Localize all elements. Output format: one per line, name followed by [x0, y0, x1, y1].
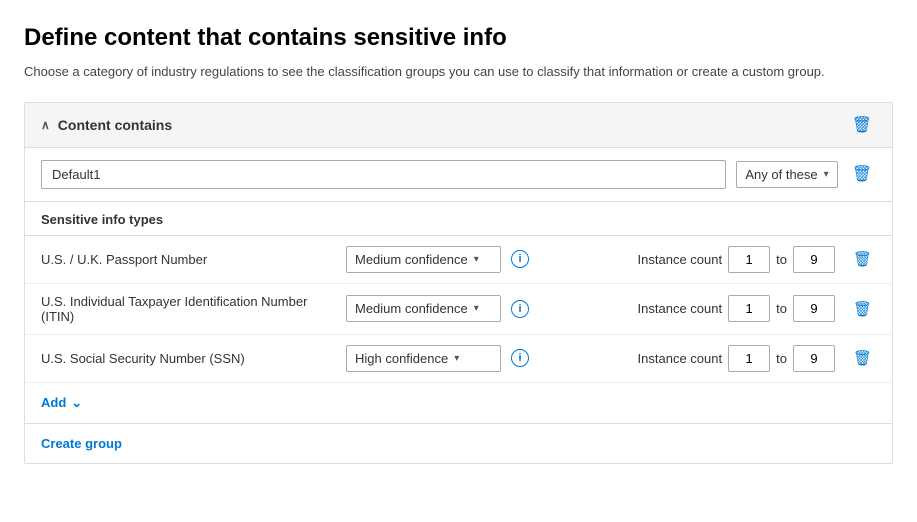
delete-row-0-button[interactable]: 🗑	[849, 248, 876, 270]
confidence-chevron-icon-2: ▾	[454, 353, 459, 364]
card-header-left: ∧ Content contains	[41, 117, 172, 133]
delete-group-button[interactable]: 🗑	[848, 162, 876, 186]
info-icon-1[interactable]: i	[511, 300, 529, 318]
info-type-name: U.S. Social Security Number (SSN)	[41, 351, 336, 366]
any-of-label: Any of these	[745, 167, 817, 182]
add-label: Add	[41, 395, 66, 410]
instance-count-to-0[interactable]	[793, 246, 835, 273]
confidence-dropdown-2[interactable]: High confidence ▾	[346, 345, 501, 372]
confidence-chevron-icon-0: ▾	[474, 254, 479, 265]
info-type-name: U.S. Individual Taxpayer Identification …	[41, 294, 336, 324]
delete-row-2-button[interactable]: 🗑	[849, 347, 876, 369]
confidence-dropdown-1[interactable]: Medium confidence ▾	[346, 295, 501, 322]
card-header-label: Content contains	[58, 117, 172, 133]
confidence-label-1: Medium confidence	[355, 301, 468, 316]
confidence-dropdown-0[interactable]: Medium confidence ▾	[346, 246, 501, 273]
create-group-row: Create group	[25, 424, 892, 463]
instance-count-label-1: Instance count	[638, 301, 723, 316]
info-icon-0[interactable]: i	[511, 250, 529, 268]
add-chevron-icon: ⌄	[71, 395, 82, 411]
instance-count-from-0[interactable]	[728, 246, 770, 273]
instance-count-from-1[interactable]	[728, 295, 770, 322]
confidence-label-2: High confidence	[355, 351, 448, 366]
info-row: U.S. / U.K. Passport Number Medium confi…	[25, 236, 892, 284]
instance-count-label-2: Instance count	[638, 351, 723, 366]
page-title: Define content that contains sensitive i…	[24, 24, 893, 52]
instance-count-to-2[interactable]	[793, 345, 835, 372]
card-body: Any of these ▾ 🗑 Sensitive info types U.…	[25, 148, 892, 463]
collapse-icon[interactable]: ∧	[41, 118, 50, 132]
instance-count-label-0: Instance count	[638, 252, 723, 267]
group-name-input[interactable]	[41, 160, 726, 189]
info-row: U.S. Individual Taxpayer Identification …	[25, 284, 892, 335]
group-name-row: Any of these ▾ 🗑	[25, 148, 892, 202]
to-label-1: to	[776, 301, 787, 316]
delete-card-button[interactable]: 🗑	[848, 113, 876, 137]
info-row: U.S. Social Security Number (SSN) High c…	[25, 335, 892, 383]
instance-count-section-1: Instance count to	[638, 295, 835, 322]
instance-count-section-2: Instance count to	[638, 345, 835, 372]
any-of-dropdown[interactable]: Any of these ▾	[736, 161, 837, 188]
info-icon-2[interactable]: i	[511, 349, 529, 367]
section-title: Sensitive info types	[25, 202, 892, 236]
add-button[interactable]: Add ⌄	[41, 393, 82, 413]
content-contains-card: ∧ Content contains 🗑 Any of these ▾ 🗑 Se…	[24, 102, 893, 464]
to-label-2: to	[776, 351, 787, 366]
delete-row-1-button[interactable]: 🗑	[849, 298, 876, 320]
any-of-chevron-icon: ▾	[824, 169, 829, 180]
confidence-label-0: Medium confidence	[355, 252, 468, 267]
confidence-chevron-icon-1: ▾	[474, 303, 479, 314]
to-label-0: to	[776, 252, 787, 267]
instance-count-from-2[interactable]	[728, 345, 770, 372]
instance-count-section-0: Instance count to	[638, 246, 835, 273]
create-group-button[interactable]: Create group	[41, 434, 122, 453]
instance-count-to-1[interactable]	[793, 295, 835, 322]
info-type-name: U.S. / U.K. Passport Number	[41, 252, 336, 267]
page-subtitle: Choose a category of industry regulation…	[24, 62, 893, 82]
card-header: ∧ Content contains 🗑	[25, 103, 892, 148]
add-row: Add ⌄	[25, 383, 892, 424]
